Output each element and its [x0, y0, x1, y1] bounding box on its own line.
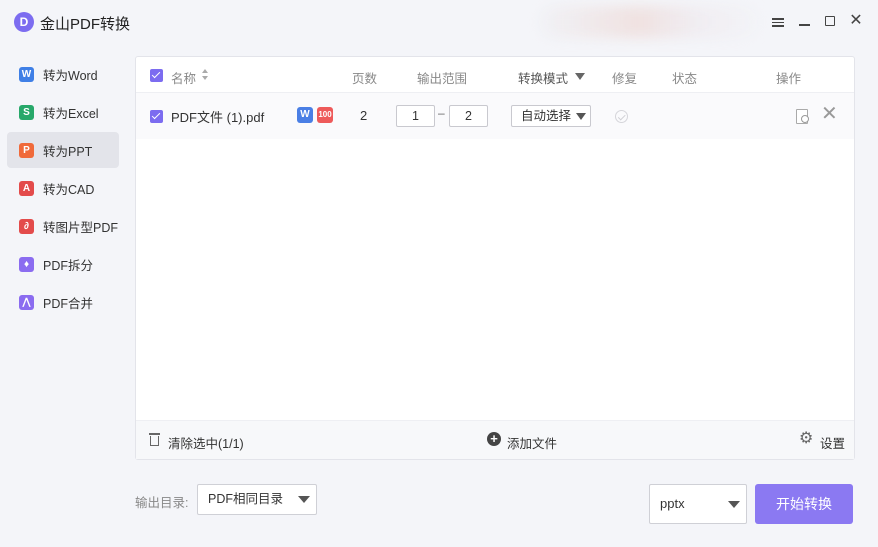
output-dir-label: 输出目录: — [135, 496, 189, 510]
word-badge-icon: W — [297, 107, 313, 123]
add-file-button[interactable]: 添加文件 — [507, 433, 557, 452]
chevron-down-icon — [298, 496, 310, 503]
menu-icon[interactable] — [769, 12, 787, 30]
sidebar-item-label: PDF合并 — [43, 296, 94, 311]
gear-icon[interactable]: ⚙ — [799, 430, 813, 448]
range-end-input[interactable]: 2 — [449, 105, 488, 127]
sidebar-item-pdf-split[interactable]: ♦ PDF拆分 — [7, 246, 119, 282]
add-icon[interactable]: + — [487, 432, 501, 446]
repair-check-icon[interactable] — [615, 110, 628, 123]
header-pages: 页数 — [352, 72, 378, 86]
excel-icon: S — [19, 104, 34, 120]
settings-button[interactable]: 设置 — [820, 433, 845, 452]
sidebar-item-image-pdf[interactable]: ∂ 转图片型PDF — [7, 208, 119, 244]
ppt-icon: P — [19, 142, 34, 158]
mode-select-value: 自动选择 — [521, 109, 572, 123]
sidebar-item-label: 转图片型PDF — [43, 220, 119, 235]
format-value: pptx — [660, 496, 685, 511]
score-badge-icon: 100 — [317, 107, 333, 123]
preview-icon[interactable] — [796, 109, 809, 124]
sidebar-item-label: 转为CAD — [43, 182, 95, 197]
app-logo-icon: D — [14, 12, 34, 32]
sidebar-item-pdf-merge[interactable]: ⋀ PDF合并 — [7, 284, 119, 320]
sidebar-item-excel[interactable]: S 转为Excel — [7, 94, 119, 130]
minimize-icon[interactable] — [795, 12, 813, 30]
panel-footer: 清除选中(1/1) + 添加文件 ⚙ 设置 — [136, 420, 854, 459]
select-all-checkbox[interactable] — [150, 69, 163, 82]
sidebar-item-label: 转为Excel — [43, 106, 99, 121]
header-repair: 修复 — [612, 72, 638, 86]
sidebar-item-label: PDF拆分 — [43, 258, 94, 273]
sidebar-item-cad[interactable]: A 转为CAD — [7, 170, 119, 206]
sidebar-item-label: 转为PPT — [43, 144, 93, 159]
word-icon: W — [19, 66, 34, 82]
mode-dropdown-icon[interactable] — [575, 73, 585, 80]
row-checkbox[interactable] — [150, 110, 163, 123]
split-icon: ♦ — [19, 256, 34, 272]
table-header: 名称 页数 输出范围 转换模式 修复 状态 操作 — [136, 57, 854, 93]
page-count: 2 — [360, 108, 368, 123]
output-dir-select[interactable]: PDF相同目录 — [197, 484, 317, 515]
clear-selected-button[interactable]: 清除选中(1/1) — [168, 433, 244, 452]
mode-select[interactable]: 自动选择 — [511, 105, 591, 127]
sidebar-item-label: 转为Word — [43, 68, 98, 83]
close-icon[interactable]: ✕ — [847, 12, 865, 30]
title-bar: D 金山PDF转换 ✕ — [0, 0, 878, 44]
chevron-down-icon — [728, 501, 740, 508]
output-dir-value: PDF相同目录 — [208, 492, 284, 506]
table-row[interactable]: PDF文件 (1).pdf W 100 2 1 – 2 自动选择 ✕ — [136, 93, 854, 139]
delete-icon[interactable]: ✕ — [821, 104, 838, 124]
file-name: PDF文件 (1).pdf — [171, 110, 265, 125]
trash-icon[interactable] — [149, 433, 160, 446]
image-pdf-icon: ∂ — [19, 218, 34, 234]
blurred-region — [540, 6, 760, 38]
range-separator: – — [438, 106, 445, 120]
merge-icon: ⋀ — [19, 294, 34, 310]
header-range: 输出范围 — [417, 72, 468, 86]
header-name: 名称 — [171, 72, 197, 86]
range-start-input[interactable]: 1 — [396, 105, 435, 127]
header-actions: 操作 — [776, 72, 802, 86]
start-convert-button[interactable]: 开始转换 — [755, 484, 853, 524]
sidebar-item-ppt[interactable]: P 转为PPT — [7, 132, 119, 168]
header-status: 状态 — [672, 72, 698, 86]
sort-icon[interactable] — [202, 68, 210, 82]
maximize-icon[interactable] — [821, 12, 839, 30]
format-select[interactable]: pptx — [649, 484, 747, 524]
cad-icon: A — [19, 180, 34, 196]
file-list-panel: 名称 页数 输出范围 转换模式 修复 状态 操作 PDF文件 (1).pdf W… — [135, 56, 855, 460]
sidebar-item-word[interactable]: W 转为Word — [7, 56, 119, 92]
chevron-down-icon — [576, 113, 586, 120]
app-title: 金山PDF转换 — [40, 16, 131, 33]
header-mode: 转换模式 — [518, 72, 569, 86]
